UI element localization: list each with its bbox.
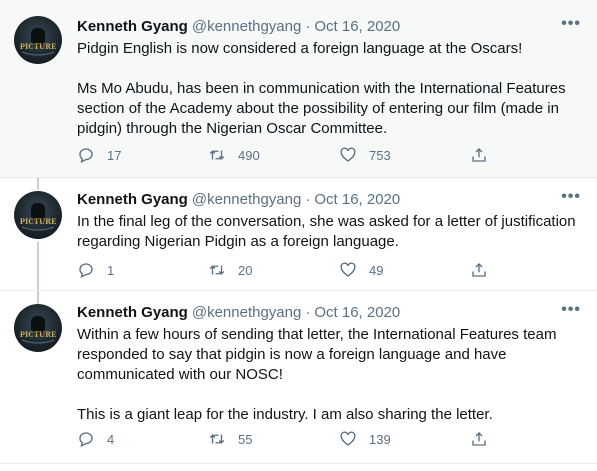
reply-count: 4 (107, 431, 115, 447)
more-icon[interactable]: ••• (561, 15, 581, 33)
retweet-count: 490 (238, 147, 260, 163)
tweet[interactable]: PICTURE Kenneth Gyang @kennethgyang · Oc… (0, 291, 597, 464)
avatar-logo-text: PICTURE (20, 330, 57, 339)
tweet-actions: 4 55 139 (77, 430, 507, 448)
separator: · (305, 191, 311, 208)
tweet-date[interactable]: Oct 16, 2020 (314, 303, 400, 323)
share-icon (472, 432, 486, 446)
reply-button[interactable]: 17 (77, 146, 208, 164)
share-icon (472, 263, 486, 277)
reply-icon (79, 263, 93, 279)
tweet[interactable]: PICTURE Kenneth Gyang @kennethgyang · Oc… (0, 178, 597, 291)
share-icon (472, 148, 486, 162)
reply-icon (79, 148, 93, 164)
avatar[interactable]: PICTURE (14, 191, 62, 239)
retweet-count: 55 (238, 431, 253, 447)
tweet-text: Within a few hours of sending that lette… (77, 325, 581, 425)
author-name[interactable]: Kenneth Gyang (77, 303, 188, 323)
tweet-header: Kenneth Gyang @kennethgyang · Oct 16, 20… (77, 190, 581, 210)
avatar-logo-text: PICTURE (20, 217, 57, 226)
like-icon (340, 147, 356, 162)
like-count: 753 (369, 147, 391, 163)
tweet-actions: 17 490 753 (77, 146, 507, 164)
tweet-date[interactable]: Oct 16, 2020 (314, 190, 400, 210)
separator: · (305, 18, 311, 35)
retweet-button[interactable]: 55 (208, 430, 339, 448)
tweet-thread: PICTURE Kenneth Gyang @kennethgyang · Oc… (0, 0, 597, 471)
retweet-count: 20 (238, 262, 253, 278)
tweet-actions: 1 20 49 (77, 261, 507, 279)
author-handle[interactable]: @kennethgyang (192, 17, 301, 37)
author-name[interactable]: Kenneth Gyang (77, 17, 188, 37)
retweet-button[interactable]: 20 (208, 261, 339, 279)
separator: · (305, 304, 311, 321)
share-button[interactable] (470, 261, 490, 279)
tweet-date[interactable]: Oct 16, 2020 (314, 17, 400, 37)
tweet-header: Kenneth Gyang @kennethgyang · Oct 16, 20… (77, 17, 581, 37)
like-button[interactable]: 49 (339, 261, 470, 279)
reply-button[interactable]: 1 (77, 261, 208, 279)
avatar[interactable]: PICTURE (14, 16, 62, 64)
tweet-paragraph: In the final leg of the conversation, sh… (77, 213, 576, 250)
avatar[interactable]: PICTURE (14, 304, 62, 352)
tweet-paragraph: Within a few hours of sending that lette… (77, 326, 557, 383)
retweet-icon (209, 265, 225, 275)
more-icon[interactable]: ••• (561, 301, 581, 319)
like-button[interactable]: 139 (339, 430, 470, 448)
author-handle[interactable]: @kennethgyang (192, 190, 301, 210)
tweet-header: Kenneth Gyang @kennethgyang · Oct 16, 20… (77, 303, 581, 323)
tweet-paragraph: Ms Mo Abudu, has been in communication w… (77, 80, 566, 137)
more-icon[interactable]: ••• (561, 188, 581, 206)
like-count: 139 (369, 431, 391, 447)
reply-button[interactable]: 4 (77, 430, 208, 448)
author-handle[interactable]: @kennethgyang (192, 303, 301, 323)
like-icon (340, 262, 356, 277)
retweet-icon (209, 434, 225, 444)
reply-icon (79, 432, 93, 448)
share-button[interactable] (470, 430, 490, 448)
avatar-logo-text: PICTURE (20, 42, 57, 51)
retweet-icon (209, 150, 225, 160)
tweet[interactable]: PICTURE Kenneth Gyang @kennethgyang · Oc… (0, 0, 597, 178)
author-name[interactable]: Kenneth Gyang (77, 190, 188, 210)
like-icon (340, 431, 356, 446)
tweet-text: Pidgin English is now considered a forei… (77, 39, 581, 139)
like-count: 49 (369, 262, 384, 278)
like-button[interactable]: 753 (339, 146, 470, 164)
share-button[interactable] (470, 146, 490, 164)
reply-count: 17 (107, 147, 122, 163)
reply-count: 1 (107, 262, 115, 278)
tweet-paragraph: This is a giant leap for the industry. I… (77, 406, 493, 423)
retweet-button[interactable]: 490 (208, 146, 339, 164)
tweet-paragraph: Pidgin English is now considered a forei… (77, 40, 523, 57)
tweet-text: In the final leg of the conversation, sh… (77, 212, 581, 252)
